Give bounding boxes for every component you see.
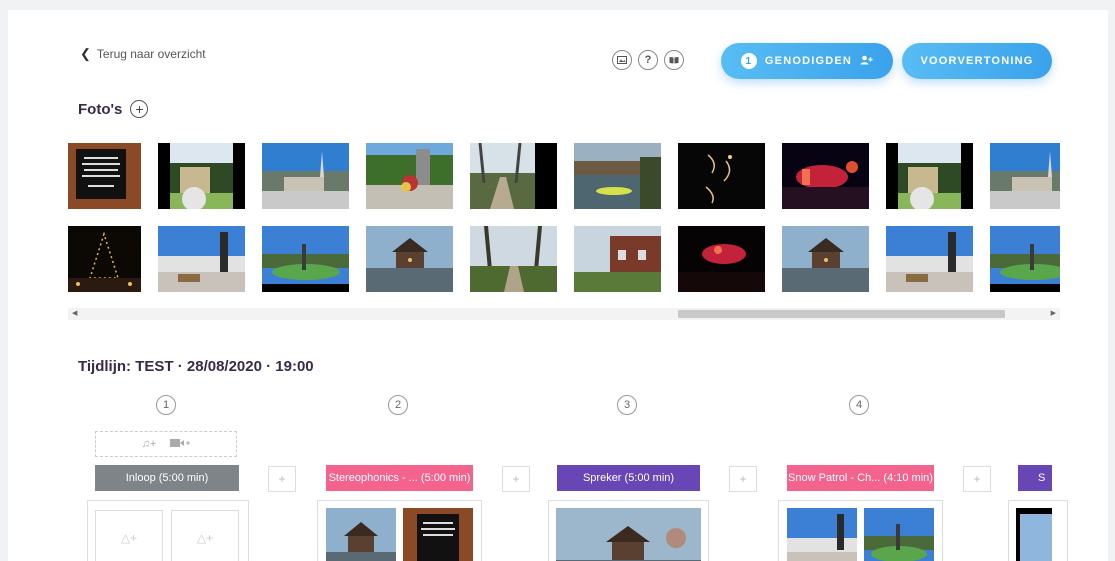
segment-label: Stereophonics - ... (5:00 min) bbox=[328, 472, 471, 484]
insert-segment-button[interactable]: + bbox=[729, 466, 757, 492]
page: ❮ Terug naar overzicht ? 1 GENODIGDEN VO… bbox=[8, 10, 1108, 561]
back-link-label: Terug naar overzicht bbox=[96, 47, 206, 61]
timeline-segment[interactable]: Inloop (5:00 min) bbox=[95, 465, 239, 491]
step-number: 4 bbox=[849, 395, 869, 415]
photo-thumbnail[interactable] bbox=[886, 143, 973, 209]
insert-segment-button[interactable]: + bbox=[268, 466, 296, 492]
add-image-icon: △+ bbox=[120, 530, 138, 545]
photo-thumbnail[interactable] bbox=[990, 143, 1060, 209]
guests-button-label: GENODIGDEN bbox=[764, 55, 853, 67]
image-icon[interactable] bbox=[612, 50, 632, 70]
guests-count-badge: 1 bbox=[740, 53, 757, 69]
step-number: 1 bbox=[156, 395, 176, 415]
question-icon[interactable]: ? bbox=[638, 50, 658, 70]
timeline-segment[interactable]: Spreker (5:00 min) bbox=[557, 465, 700, 491]
chevron-left-icon: ❮ bbox=[80, 46, 91, 61]
scroll-right-icon[interactable]: ▶ bbox=[1051, 308, 1056, 320]
segment-photo[interactable] bbox=[864, 508, 934, 561]
segment-photo[interactable] bbox=[403, 508, 473, 561]
timeline-segment[interactable]: S bbox=[1018, 465, 1052, 491]
photo-thumbnail[interactable] bbox=[68, 143, 141, 209]
segment-label: Spreker (5:00 min) bbox=[582, 472, 675, 484]
timeline-title: Tijdlijn: TEST · 28/08/2020 · 19:00 bbox=[78, 358, 314, 375]
add-image-icon: △+ bbox=[196, 530, 214, 545]
music-note-icon[interactable]: ♫+ bbox=[142, 438, 157, 450]
segment-photo[interactable] bbox=[787, 508, 857, 561]
preview-button[interactable]: VOORVERTONING bbox=[902, 43, 1052, 79]
photo-thumbnail[interactable] bbox=[678, 226, 765, 292]
photo-thumbnail[interactable] bbox=[68, 226, 141, 292]
photo-thumbnail[interactable] bbox=[678, 143, 765, 209]
photo-scrollbar[interactable]: ◀ ▶ bbox=[68, 308, 1060, 320]
back-link[interactable]: ❮ Terug naar overzicht bbox=[80, 46, 206, 62]
user-plus-icon bbox=[860, 55, 873, 68]
step-number: 3 bbox=[617, 395, 637, 415]
toolbar-icons: ? bbox=[612, 50, 684, 70]
photo-thumbnail[interactable] bbox=[158, 226, 245, 292]
book-icon[interactable] bbox=[664, 50, 684, 70]
photos-header: Foto's + bbox=[78, 100, 149, 118]
photo-thumbnail[interactable] bbox=[782, 226, 869, 292]
photo-thumbnail[interactable] bbox=[366, 226, 453, 292]
photo-row bbox=[68, 143, 1060, 209]
guests-button[interactable]: 1 GENODIGDEN bbox=[721, 43, 893, 79]
add-photo-button[interactable]: + bbox=[130, 100, 149, 118]
photo-thumbnail[interactable] bbox=[262, 226, 349, 292]
scrollbar-thumb[interactable] bbox=[678, 310, 1005, 318]
segment-label: Inloop (5:00 min) bbox=[125, 472, 209, 484]
segment-photo[interactable] bbox=[1016, 508, 1052, 561]
photo-thumbnail[interactable] bbox=[470, 226, 557, 292]
segment-label: S bbox=[1038, 472, 1046, 484]
scroll-left-icon[interactable]: ◀ bbox=[72, 308, 77, 320]
segment-photo[interactable] bbox=[556, 508, 701, 561]
segment-label: Snow Patrol - Ch... (4:10 min) bbox=[788, 472, 933, 484]
step-number: 2 bbox=[388, 395, 408, 415]
photo-thumbnail[interactable] bbox=[886, 226, 973, 292]
photo-thumbnail[interactable] bbox=[574, 226, 661, 292]
timeline-header: Tijdlijn: TEST · 28/08/2020 · 19:00 bbox=[78, 358, 314, 375]
photo-row bbox=[68, 226, 1060, 292]
video-camera-icon[interactable] bbox=[170, 438, 191, 451]
photo-grid bbox=[68, 143, 1060, 293]
add-media-zone[interactable]: ♫+ bbox=[95, 431, 237, 457]
segment-photo[interactable] bbox=[326, 508, 396, 561]
photo-thumbnail[interactable] bbox=[990, 226, 1060, 292]
empty-photo-slot[interactable]: △+ bbox=[171, 510, 239, 561]
photo-thumbnail[interactable] bbox=[470, 143, 557, 209]
photo-thumbnail[interactable] bbox=[262, 143, 349, 209]
preview-button-label: VOORVERTONING bbox=[920, 55, 1034, 67]
photo-thumbnail[interactable] bbox=[782, 143, 869, 209]
timeline-segment[interactable]: Snow Patrol - Ch... (4:10 min) bbox=[787, 465, 934, 491]
timeline-segment[interactable]: Stereophonics - ... (5:00 min) bbox=[326, 465, 473, 491]
empty-photo-slot[interactable]: △+ bbox=[95, 510, 163, 561]
photo-thumbnail[interactable] bbox=[366, 143, 453, 209]
insert-segment-button[interactable]: + bbox=[502, 466, 530, 492]
photos-title: Foto's bbox=[78, 100, 123, 118]
insert-segment-button[interactable]: + bbox=[963, 466, 991, 492]
photo-thumbnail[interactable] bbox=[574, 143, 661, 209]
photo-thumbnail[interactable] bbox=[158, 143, 245, 209]
